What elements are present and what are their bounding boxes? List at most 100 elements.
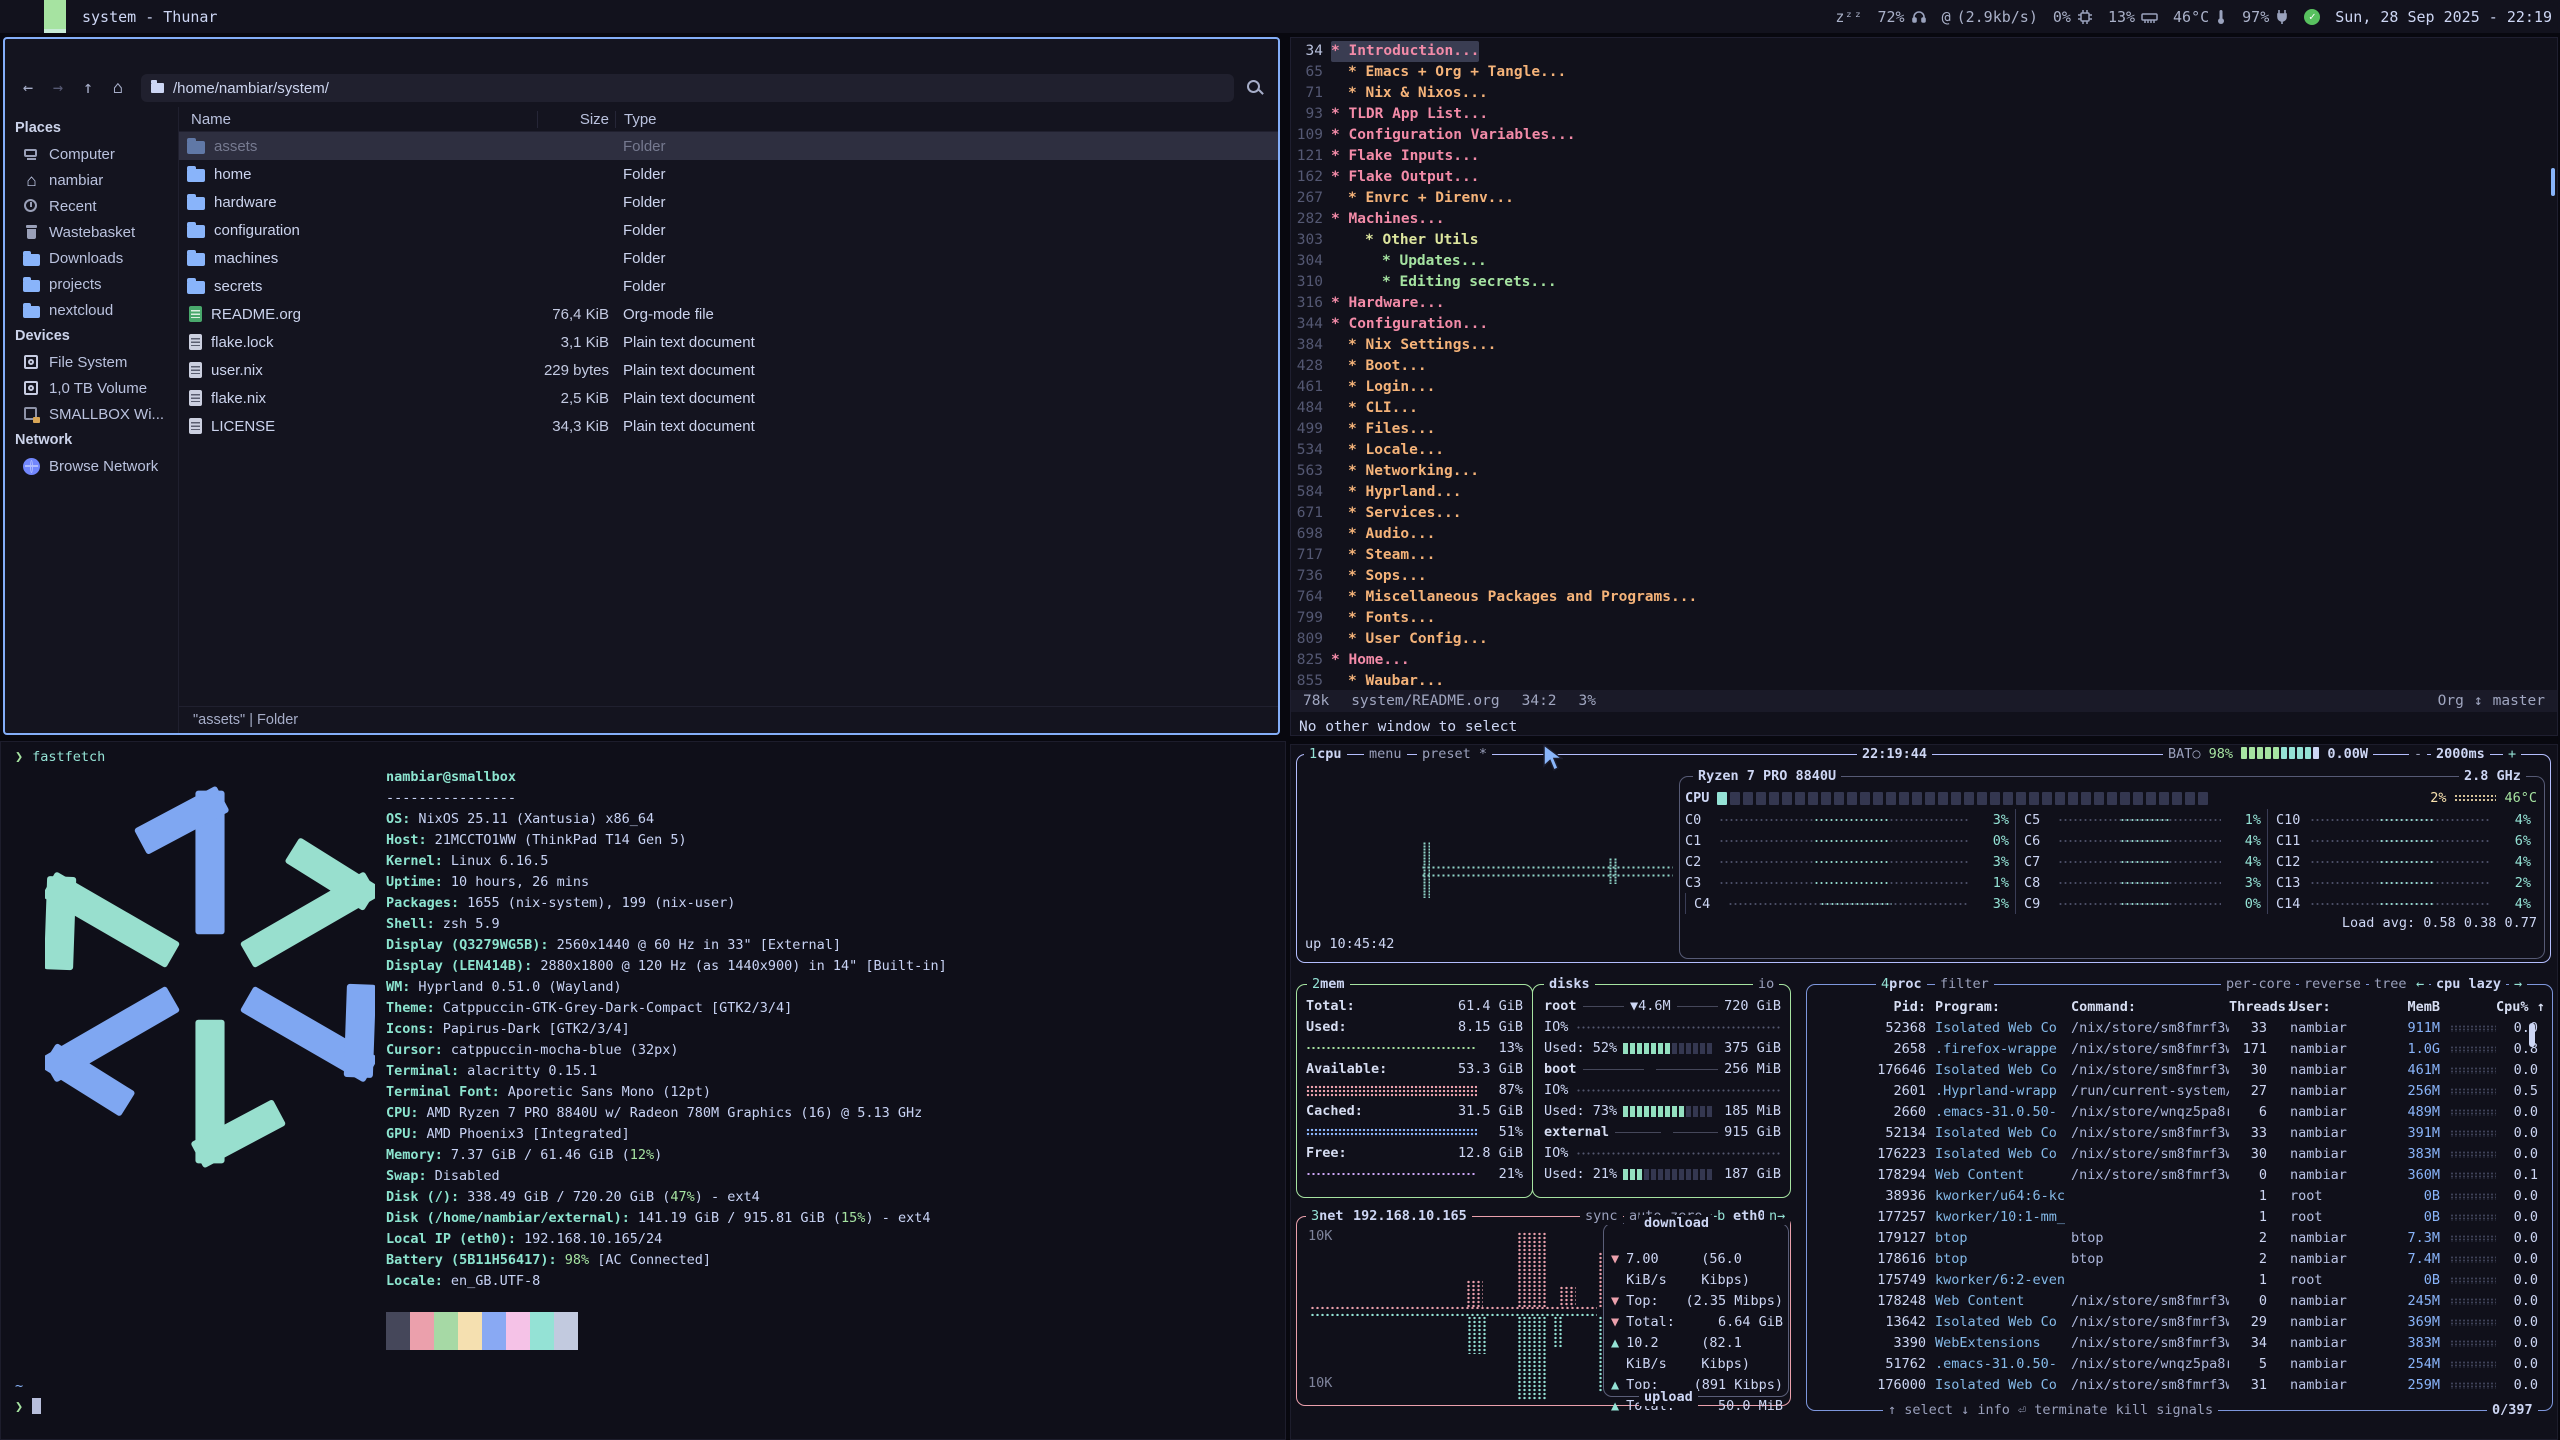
org-heading-line[interactable]: 534 * Locale...: [1295, 440, 2557, 461]
sidebar-place-item[interactable]: ⌂ nambiar: [5, 167, 178, 193]
disks-tab[interactable]: disks: [1544, 976, 1595, 993]
org-heading-line[interactable]: 303 * Other Utils: [1295, 230, 2557, 251]
shell-prompt[interactable]: ~ ❯: [15, 1376, 41, 1418]
org-heading-line[interactable]: 109 * Configuration Variables...: [1295, 125, 2557, 146]
proc-percore-toggle[interactable]: per-core: [2221, 976, 2296, 993]
home-button[interactable]: ⌂: [105, 78, 131, 98]
org-heading-line[interactable]: 764 * Miscellaneous Packages and Program…: [1295, 587, 2557, 608]
process-row[interactable]: 38936 kworker/u64:6-kc 1 root 0B 0.0: [1814, 1186, 2545, 1207]
org-heading-line[interactable]: 34 * Introduction...: [1295, 41, 2557, 62]
file-row[interactable]: README.org 76,4 KiB Org-mode file: [179, 300, 1278, 328]
workspace-button[interactable]: [0, 0, 22, 33]
sidebar-network-item[interactable]: Browse Network: [5, 453, 178, 479]
column-size[interactable]: Size: [537, 111, 615, 128]
proc-sort-prev[interactable]: ←: [2411, 976, 2429, 993]
org-heading-line[interactable]: 282 * Machines...: [1295, 209, 2557, 230]
org-heading-line[interactable]: 344 * Configuration...: [1295, 314, 2557, 335]
org-heading-line[interactable]: 717 * Steam...: [1295, 545, 2557, 566]
org-heading-line[interactable]: 736 * Sops...: [1295, 566, 2557, 587]
file-row[interactable]: hardware Folder: [179, 188, 1278, 216]
proc-reverse-toggle[interactable]: reverse: [2299, 976, 2366, 993]
column-name[interactable]: Name: [179, 111, 537, 128]
file-row[interactable]: configuration Folder: [179, 216, 1278, 244]
file-row[interactable]: machines Folder: [179, 244, 1278, 272]
interval-minus[interactable]: -: [2409, 746, 2427, 763]
process-row[interactable]: 178294 Web Content /nix/store/sm8fmrf3wp…: [1814, 1165, 2545, 1186]
org-heading-line[interactable]: 93 * TLDR App List...: [1295, 104, 2557, 125]
header-program[interactable]: Program:: [1935, 997, 2065, 1018]
org-heading-line[interactable]: 121 * Flake Inputs...: [1295, 146, 2557, 167]
process-row[interactable]: 175749 kworker/6:2-even 1 root 0B 0.0: [1814, 1270, 2545, 1291]
process-row[interactable]: 179127 btop btop 2 nambiar 7.3M 0.0: [1814, 1228, 2545, 1249]
org-heading-line[interactable]: 71 * Nix & Nixos...: [1295, 83, 2557, 104]
file-row[interactable]: user.nix 229 bytes Plain text document: [179, 356, 1278, 384]
org-heading-line[interactable]: 484 * CLI...: [1295, 398, 2557, 419]
btop-terminal[interactable]: 1cpu menu preset * 22:19:44 BAT○ 98% 0.0…: [1290, 744, 2558, 1440]
org-heading-line[interactable]: 698 * Audio...: [1295, 524, 2557, 545]
org-heading-line[interactable]: 428 * Boot...: [1295, 356, 2557, 377]
process-row[interactable]: 2601 .Hyprland-wrapp /run/current-system…: [1814, 1081, 2545, 1102]
workspace-button[interactable]: [44, 0, 66, 33]
org-heading-line[interactable]: 267 * Envrc + Direnv...: [1295, 188, 2557, 209]
sidebar-place-item[interactable]: Wastebasket: [5, 219, 178, 245]
header-mem[interactable]: MemB: [2380, 997, 2440, 1018]
sidebar-place-item[interactable]: nextcloud: [5, 297, 178, 323]
org-heading-line[interactable]: 855 * Waubar...: [1295, 671, 2557, 692]
process-row[interactable]: 178616 btop btop 2 nambiar 7.4M 0.0: [1814, 1249, 2545, 1270]
file-row[interactable]: home Folder: [179, 160, 1278, 188]
sidebar-device-item[interactable]: 1,0 TB Volume: [5, 375, 178, 401]
process-row[interactable]: 13642 Isolated Web Co /nix/store/sm8fmrf…: [1814, 1312, 2545, 1333]
search-button[interactable]: [1242, 75, 1268, 101]
header-cpu[interactable]: Cpu% ↑: [2496, 997, 2538, 1018]
sidebar-device-item[interactable]: File System: [5, 349, 178, 375]
process-row[interactable]: 176646 Isolated Web Co /nix/store/sm8fmr…: [1814, 1060, 2545, 1081]
org-heading-line[interactable]: 825 * Home...: [1295, 650, 2557, 671]
header-threads[interactable]: Threads:: [2229, 997, 2267, 1018]
org-heading-line[interactable]: 671 * Services...: [1295, 503, 2557, 524]
org-heading-line[interactable]: 563 * Networking...: [1295, 461, 2557, 482]
proc-footer-actions[interactable]: ↑ select ↓ info ⏎ terminate kill signals: [1883, 1402, 2218, 1419]
org-heading-line[interactable]: 809 * User Config...: [1295, 629, 2557, 650]
sidebar-place-item[interactable]: Recent: [5, 193, 178, 219]
process-row[interactable]: 178248 Web Content /nix/store/sm8fmrf3wp…: [1814, 1291, 2545, 1312]
forward-button[interactable]: →: [45, 78, 71, 98]
org-heading-line[interactable]: 304 * Updates...: [1295, 251, 2557, 272]
header-command[interactable]: Command:: [2071, 997, 2229, 1018]
sidebar-place-item[interactable]: Downloads: [5, 245, 178, 271]
proc-filter-button[interactable]: filter: [1935, 976, 1994, 993]
preset-button[interactable]: preset *: [1417, 746, 1492, 763]
interval-plus[interactable]: +: [2503, 746, 2521, 763]
org-heading-line[interactable]: 499 * Files...: [1295, 419, 2557, 440]
org-heading-line[interactable]: 799 * Fonts...: [1295, 608, 2557, 629]
cpu-tab[interactable]: 1cpu: [1304, 746, 1347, 763]
process-row[interactable]: 176223 Isolated Web Co /nix/store/sm8fmr…: [1814, 1144, 2545, 1165]
menu-button[interactable]: menu: [1364, 746, 1407, 763]
header-user[interactable]: User:: [2290, 997, 2380, 1018]
org-heading-line[interactable]: 316 * Hardware...: [1295, 293, 2557, 314]
mem-tab[interactable]: 2mem: [1307, 976, 1350, 993]
sidebar-place-item[interactable]: projects: [5, 271, 178, 297]
column-type[interactable]: Type: [615, 111, 1278, 128]
net-sync-button[interactable]: sync: [1580, 1208, 1623, 1225]
org-heading-line[interactable]: 461 * Login...: [1295, 377, 2557, 398]
file-row[interactable]: secrets Folder: [179, 272, 1278, 300]
process-row[interactable]: 52368 Isolated Web Co /nix/store/sm8fmrf…: [1814, 1018, 2545, 1039]
org-heading-line[interactable]: 162 * Flake Output...: [1295, 167, 2557, 188]
sidebar-place-item[interactable]: Computer: [5, 141, 178, 167]
fastfetch-terminal[interactable]: ❯fastfetch nambiar@smallbox ------------…: [0, 741, 1286, 1440]
file-row[interactable]: flake.nix 2,5 KiB Plain text document: [179, 384, 1278, 412]
io-tab[interactable]: io: [1753, 976, 1779, 993]
workspace-button[interactable]: [22, 0, 44, 33]
proc-tab[interactable]: 4proc: [1876, 976, 1927, 993]
org-heading-line[interactable]: 384 * Nix Settings...: [1295, 335, 2557, 356]
sidebar-device-item[interactable]: SMALLBOX Wi...: [5, 401, 178, 427]
org-heading-line[interactable]: 65 * Emacs + Org + Tangle...: [1295, 62, 2557, 83]
file-row[interactable]: flake.lock 3,1 KiB Plain text document: [179, 328, 1278, 356]
emacs-modeline[interactable]: 78k system/README.org 34:2 3% Org ↕ mast…: [1291, 690, 2557, 712]
file-row[interactable]: assets Folder: [179, 132, 1278, 160]
process-scrollbar-thumb[interactable]: [2529, 1023, 2535, 1047]
net-tab[interactable]: 3net: [1306, 1208, 1349, 1225]
header-pid[interactable]: Pid:: [1814, 997, 1926, 1018]
path-bar[interactable]: /home/nambiar/system/: [141, 74, 1234, 102]
process-row[interactable]: 2658 .firefox-wrappe /nix/store/sm8fmrf3…: [1814, 1039, 2545, 1060]
